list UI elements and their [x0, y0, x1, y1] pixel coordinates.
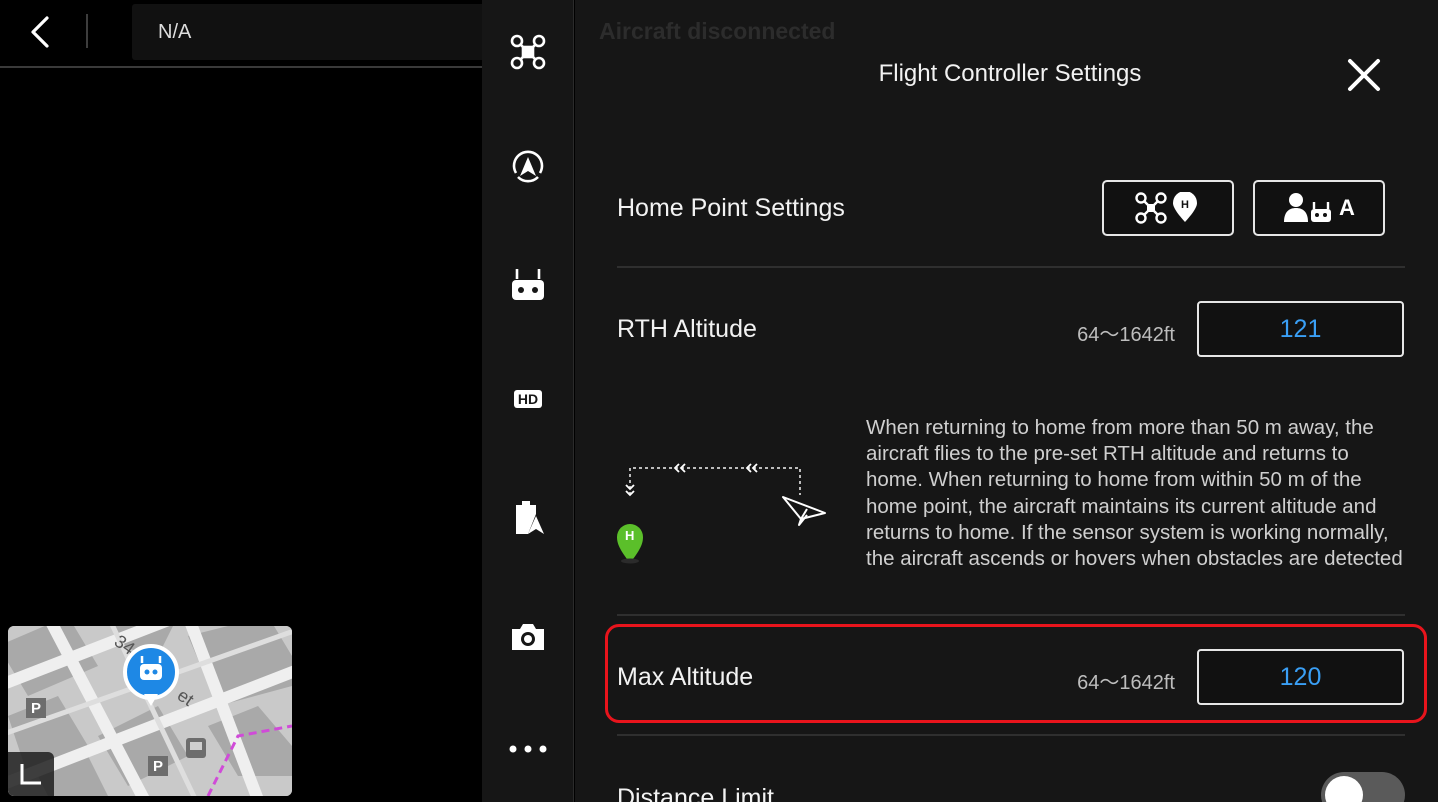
- status-field: N/A: [132, 4, 482, 60]
- rth-diagram: [617, 463, 826, 564]
- rth-altitude-value: 121: [1279, 314, 1322, 343]
- rail-item-aircraft[interactable]: [482, 22, 574, 82]
- rail-item-navigation[interactable]: [482, 137, 574, 197]
- separator: [617, 614, 1405, 616]
- hd-transmission-icon: HD: [513, 390, 543, 408]
- max-altitude-label: Max Altitude: [617, 663, 754, 691]
- more-icon: [509, 745, 547, 753]
- aircraft-home-icon: H: [1135, 192, 1197, 224]
- flight-controller-settings-panel: Aircraft disconnected Flight Controller …: [575, 0, 1438, 802]
- max-altitude-range: 64～1642ft: [1077, 672, 1175, 694]
- rail-item-more[interactable]: [482, 719, 574, 779]
- hd-label: HD: [517, 391, 539, 407]
- parking-label-2: P: [153, 758, 164, 775]
- rth-altitude-input[interactable]: 121: [1197, 301, 1404, 357]
- camera-icon: [512, 624, 544, 650]
- chevron-left-icon: [31, 16, 49, 48]
- remote-controller-icon: [512, 269, 544, 300]
- set-home-rc-button[interactable]: A: [1253, 180, 1385, 236]
- settings-icon-rail: HD: [482, 0, 574, 802]
- distance-limit-toggle[interactable]: [1321, 772, 1405, 802]
- rc-home-letter: A: [1339, 195, 1355, 220]
- panel-title: Flight Controller Settings: [878, 60, 1142, 87]
- toggle-knob: [1325, 776, 1363, 802]
- rail-item-camera[interactable]: [482, 606, 574, 666]
- rth-altitude-description: When returning to home from more than 50…: [866, 416, 1403, 571]
- separator: [617, 266, 1405, 268]
- battery-icon: [516, 501, 544, 534]
- status-value: N/A: [158, 20, 192, 43]
- navigation-icon: [512, 150, 544, 183]
- aircraft-icon: [510, 34, 546, 70]
- parking-label: P: [31, 700, 42, 717]
- svg-text:H: H: [1181, 199, 1189, 211]
- close-icon: [1348, 59, 1380, 91]
- home-point-settings-label: Home Point Settings: [617, 194, 845, 222]
- back-button[interactable]: [18, 12, 62, 52]
- rail-item-hd-transmission[interactable]: HD: [482, 369, 574, 429]
- background-status-text: Aircraft disconnected: [599, 18, 836, 44]
- minimap-expand-button[interactable]: [8, 752, 54, 796]
- distance-limit-label: Distance Limit: [617, 784, 774, 802]
- rth-altitude-range: 64～1642ft: [1077, 324, 1175, 346]
- max-altitude-value: 120: [1279, 662, 1322, 691]
- home-marker-label: H: [625, 528, 635, 543]
- separator: [617, 734, 1405, 736]
- rail-item-battery[interactable]: [482, 488, 574, 548]
- set-home-aircraft-button[interactable]: H: [1102, 180, 1234, 236]
- rail-item-remote-controller[interactable]: [482, 255, 574, 315]
- corner-expand-icon: [20, 764, 41, 785]
- rc-home-icon: [1284, 193, 1332, 222]
- top-bar: N/A: [0, 0, 482, 68]
- max-altitude-input[interactable]: 120: [1197, 649, 1404, 705]
- rth-altitude-label: RTH Altitude: [617, 315, 757, 343]
- close-button[interactable]: [1343, 54, 1385, 96]
- minimap[interactable]: 34 et P P: [8, 626, 292, 796]
- top-divider: [86, 14, 88, 48]
